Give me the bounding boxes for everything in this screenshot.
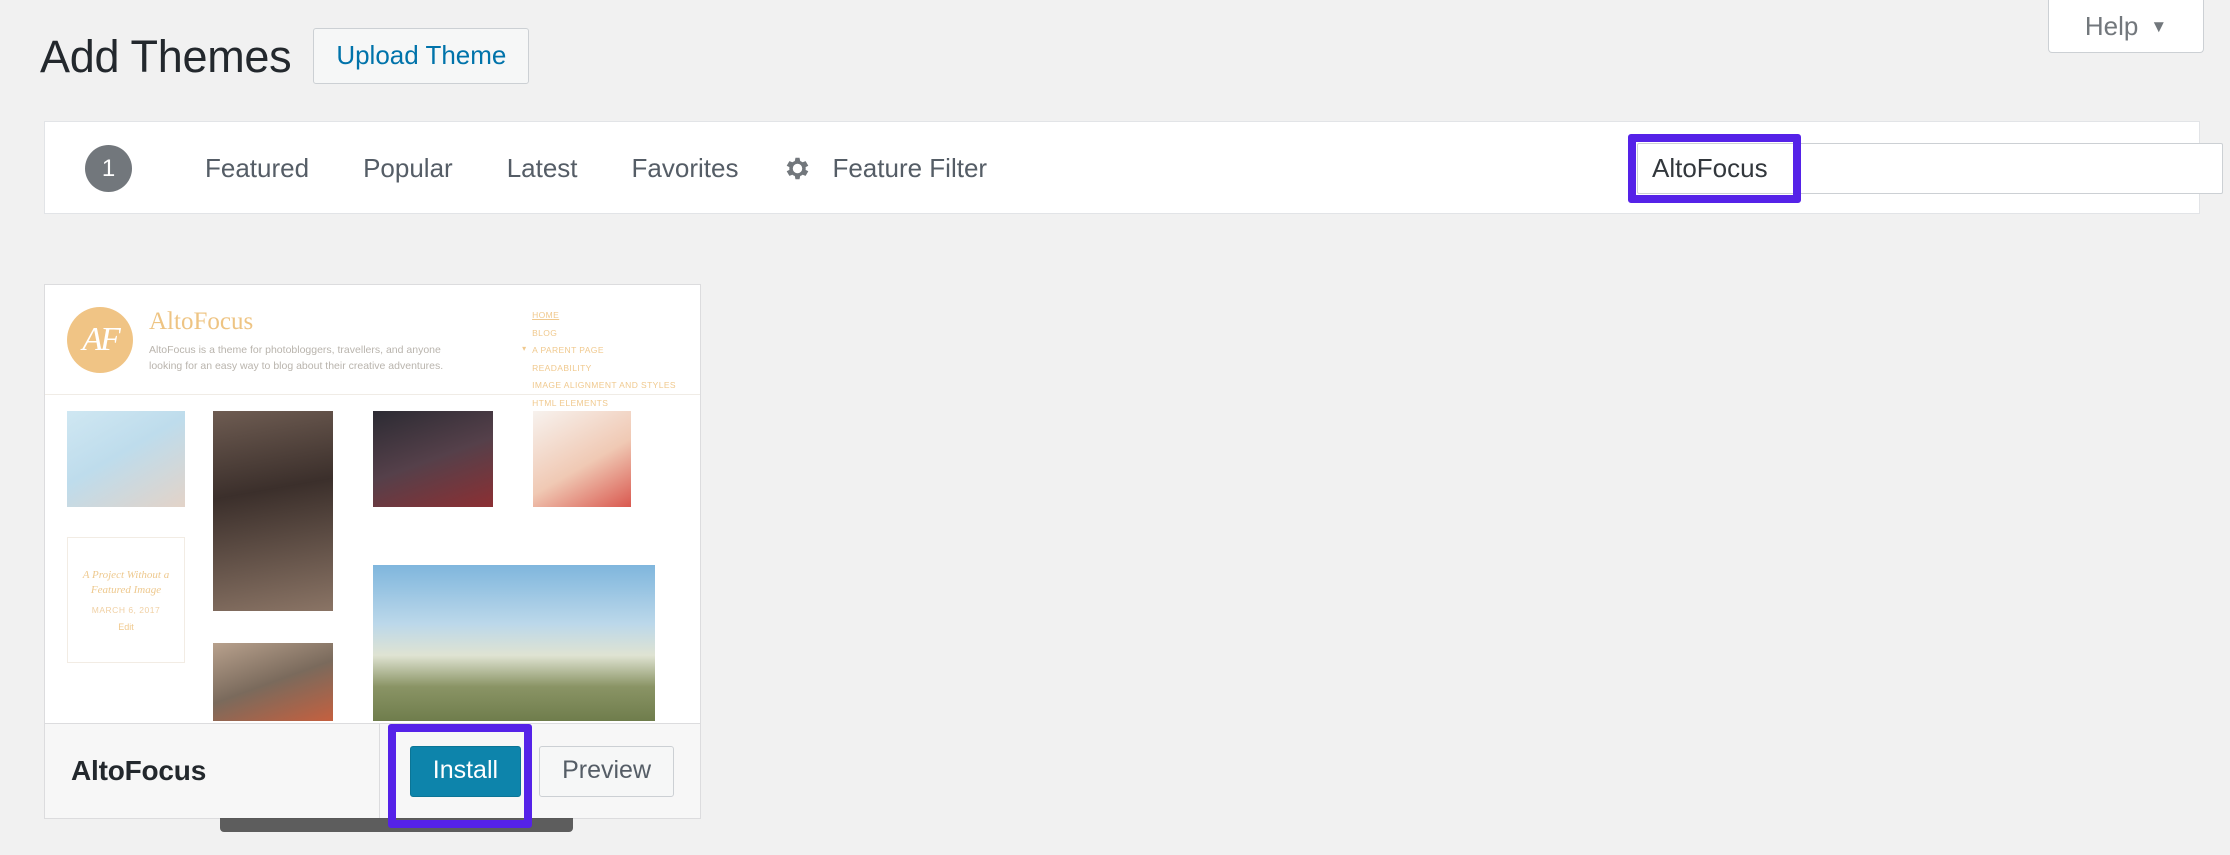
- filter-link-favorites[interactable]: Favorites: [624, 153, 747, 184]
- help-tab[interactable]: Help ▼: [2048, 0, 2204, 53]
- filter-link-featured[interactable]: Featured: [197, 153, 317, 184]
- chevron-down-icon: ▼: [2150, 16, 2168, 36]
- theme-card[interactable]: AF AltoFocus AltoFocus is a theme for ph…: [44, 284, 701, 832]
- feature-filter-label: Feature Filter: [832, 153, 988, 183]
- theme-filter-bar: 1 Featured Popular Latest Favorites Feat…: [44, 121, 2223, 215]
- preview-post-date: MARCH 6, 2017: [91, 605, 161, 616]
- page-header: Add Themes Upload Theme: [40, 28, 530, 84]
- page-title: Add Themes: [40, 30, 292, 82]
- search-themes-input[interactable]: [1637, 143, 2223, 194]
- theme-screenshot[interactable]: AF AltoFocus AltoFocus is a theme for ph…: [45, 285, 700, 722]
- theme-card-footer: AltoFocus Install Preview: [45, 723, 700, 828]
- preview-menu-item-parent-page: A PARENT PAGE: [522, 345, 676, 355]
- search-themes-container: [1628, 134, 2223, 203]
- preview-site-tagline: AltoFocus is a theme for photobloggers, …: [149, 344, 444, 373]
- preview-site-header: AF AltoFocus AltoFocus is a theme for ph…: [45, 285, 700, 407]
- preview-photo-tile: [373, 411, 493, 507]
- filter-link-popular[interactable]: Popular: [355, 153, 461, 184]
- preview-site-logo: AF: [67, 307, 133, 373]
- preview-post-title: A Project Without a Featured Image: [82, 568, 170, 596]
- help-label: Help: [2084, 10, 2139, 41]
- preview-menu-item-readability: READABILITY: [532, 362, 592, 373]
- filter-nav: Featured Popular Latest Favorites Featur…: [197, 122, 995, 215]
- preview-photo-tile: [67, 411, 185, 507]
- upload-theme-button[interactable]: Upload Theme: [313, 28, 530, 84]
- theme-count-badge: 1: [85, 145, 132, 192]
- preview-site-identity: AltoFocus AltoFocus is a theme for photo…: [149, 307, 449, 375]
- preview-text-post-card: A Project Without a Featured Image MARCH…: [67, 537, 185, 663]
- preview-photo-tile: [373, 565, 655, 721]
- install-button[interactable]: Install: [409, 745, 522, 797]
- filter-link-latest[interactable]: Latest: [499, 153, 586, 184]
- preview-post-grid: A Project Without a Featured Image MARCH…: [45, 395, 700, 721]
- preview-button[interactable]: Preview: [539, 745, 674, 797]
- theme-card-actions: Install Preview: [378, 723, 700, 828]
- preview-post-edit-link: Edit: [118, 622, 134, 633]
- preview-site-title: AltoFocus: [149, 308, 254, 335]
- gear-icon: [784, 155, 811, 182]
- preview-logo-monogram: AF: [82, 321, 121, 358]
- preview-photo-tile: [533, 411, 631, 507]
- install-button-container: Install: [387, 723, 532, 828]
- preview-menu-item-image-alignment: IMAGE ALIGNMENT AND STYLES: [532, 380, 676, 390]
- preview-menu-item-home: HOME: [532, 310, 560, 320]
- theme-name: AltoFocus: [71, 755, 207, 786]
- feature-filter-button[interactable]: Feature Filter: [784, 153, 995, 184]
- preview-photo-tile: [213, 643, 333, 721]
- preview-photo-tile: [213, 411, 333, 611]
- preview-menu-item-blog: BLOG: [532, 327, 558, 338]
- add-themes-screen: Help ▼ Add Themes Upload Theme 1 Feature…: [0, 0, 2230, 855]
